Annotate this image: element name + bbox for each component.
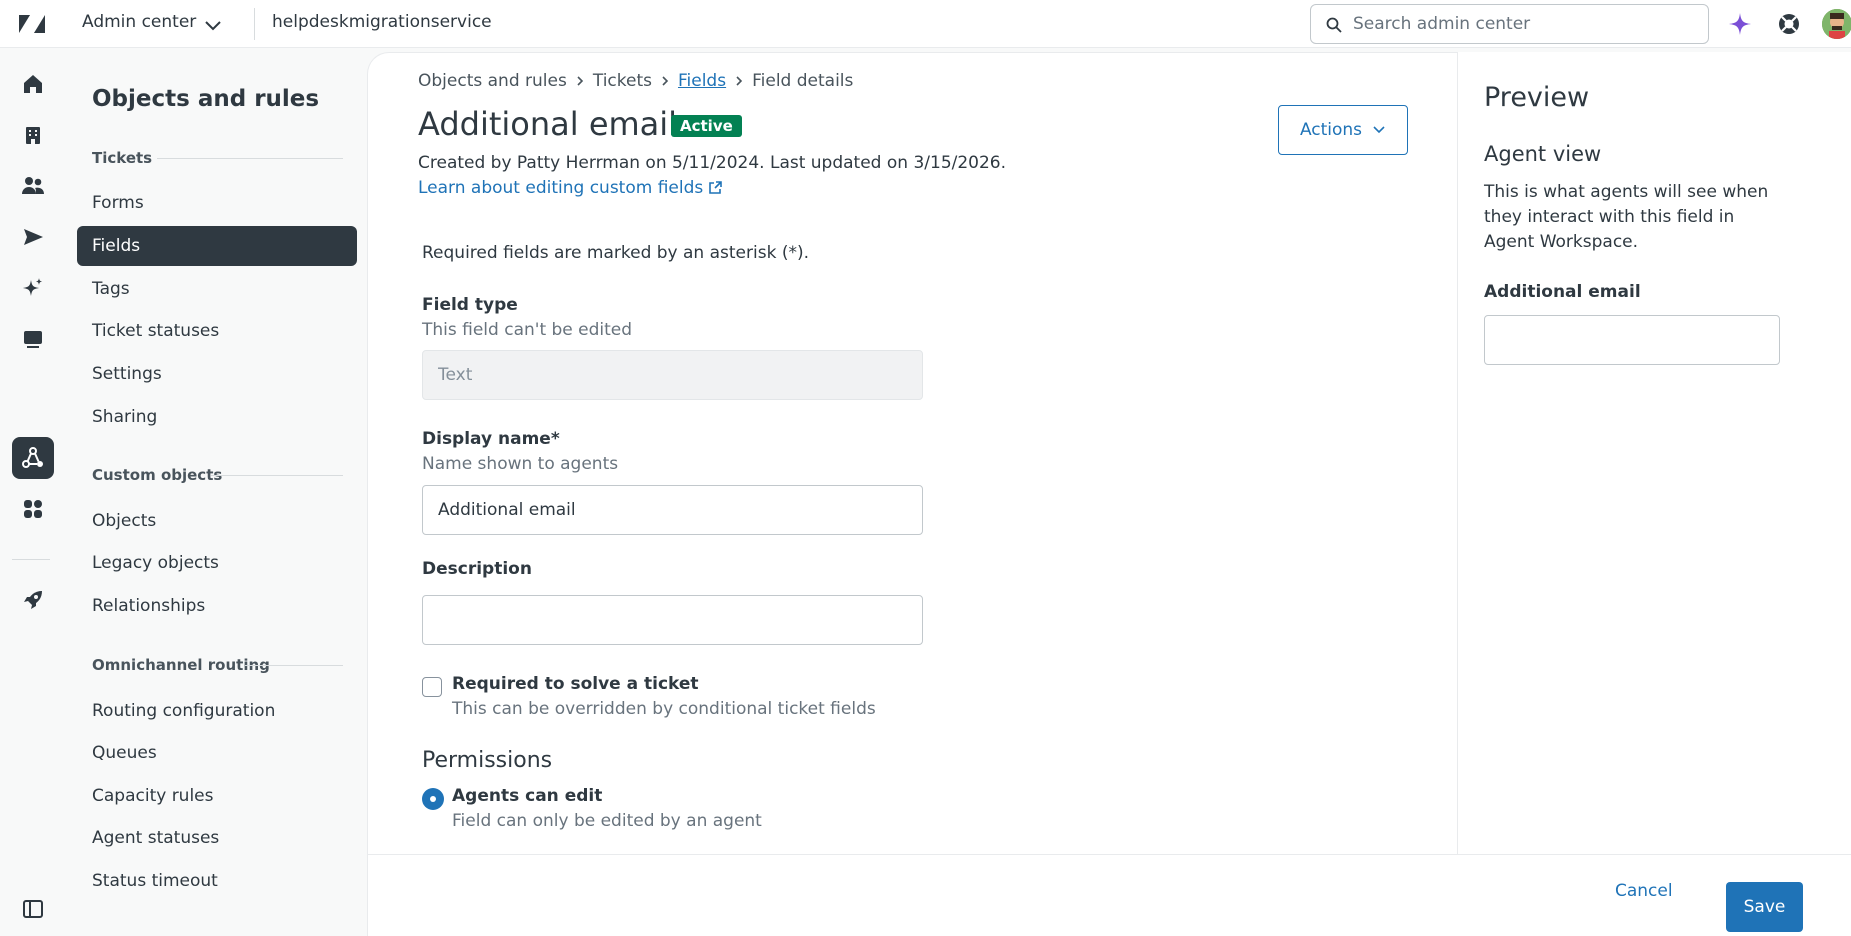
zendesk-logo-icon[interactable] xyxy=(18,12,46,36)
nav-item-legacy-objects[interactable]: Legacy objects xyxy=(77,543,357,583)
search-box[interactable] xyxy=(1310,4,1709,44)
preview-description: This is what agents will see when they i… xyxy=(1484,182,1769,252)
breadcrumb: Objects and rules Tickets Fields Field d… xyxy=(418,71,853,91)
user-avatar[interactable] xyxy=(1822,9,1851,39)
description-input[interactable] xyxy=(422,595,923,645)
learn-more-label: Learn about editing custom fields xyxy=(418,178,704,198)
people-icon[interactable] xyxy=(12,165,54,207)
nav-item-fields[interactable]: Fields xyxy=(77,226,357,266)
divider xyxy=(245,665,343,666)
agents-can-edit-label: Agents can edit xyxy=(452,786,603,806)
nav-item-relationships[interactable]: Relationships xyxy=(77,586,357,626)
search-input[interactable] xyxy=(1353,13,1693,35)
app-switcher-label[interactable]: Admin center xyxy=(82,12,196,32)
apps-icon[interactable] xyxy=(12,488,54,530)
chat-icon[interactable] xyxy=(12,318,54,360)
cancel-button[interactable]: Cancel xyxy=(1615,881,1673,901)
description-label: Description xyxy=(422,559,532,579)
nav-item-ticket-statuses[interactable]: Ticket statuses xyxy=(77,311,357,351)
required-note: Required fields are marked by an asteris… xyxy=(422,243,809,263)
page-title: Additional email xyxy=(418,105,678,143)
preview-field-label: Additional email xyxy=(1484,282,1641,302)
nav-item-settings[interactable]: Settings xyxy=(77,354,357,394)
breadcrumb-tickets[interactable]: Tickets xyxy=(593,71,652,91)
rocket-icon[interactable] xyxy=(12,579,54,621)
nav-item-agent-statuses[interactable]: Agent statuses xyxy=(77,818,357,858)
actions-menu-button[interactable]: Actions xyxy=(1278,105,1408,155)
nav-item-tags[interactable]: Tags xyxy=(77,269,357,309)
top-bar: Admin center helpdeskmigrationservice xyxy=(0,0,1851,48)
footer-action-bar: Cancel Save xyxy=(368,854,1851,936)
created-meta-text: Created by Patty Herrman on 5/11/2024. L… xyxy=(418,153,1007,173)
chevron-right-icon xyxy=(577,76,583,86)
objects-icon[interactable] xyxy=(12,437,54,479)
status-badge: Active xyxy=(671,115,742,137)
preview-field-input[interactable] xyxy=(1484,315,1780,365)
breadcrumb-fields-link[interactable]: Fields xyxy=(678,71,726,91)
account-name: helpdeskmigrationservice xyxy=(272,12,492,32)
nav-group-omnichannel: Omnichannel routing xyxy=(92,656,270,674)
save-button[interactable]: Save xyxy=(1726,882,1803,932)
building-icon[interactable] xyxy=(12,114,54,156)
field-type-hint: This field can't be edited xyxy=(422,320,633,340)
breadcrumb-objects-and-rules[interactable]: Objects and rules xyxy=(418,71,567,91)
preview-panel: Preview Agent view This is what agents w… xyxy=(1457,52,1851,854)
chevron-right-icon xyxy=(662,76,669,86)
required-to-solve-checkbox[interactable] xyxy=(422,677,442,697)
nav-group-custom-objects: Custom objects xyxy=(92,466,223,484)
nav-item-objects[interactable]: Objects xyxy=(77,501,357,541)
collapse-sidebar-icon[interactable] xyxy=(12,888,54,930)
agent-view-heading: Agent view xyxy=(1484,142,1602,166)
search-icon xyxy=(1326,17,1342,33)
ai-sparkle-icon[interactable] xyxy=(1727,11,1753,37)
secondary-nav: Objects and rules Tickets Forms Fields T… xyxy=(67,48,367,936)
help-lifebuoy-icon[interactable] xyxy=(1776,11,1802,37)
chevron-right-icon xyxy=(736,76,743,86)
avatar-image-icon xyxy=(1822,9,1851,39)
rail-divider xyxy=(12,559,50,560)
chevron-down-icon xyxy=(1373,126,1385,134)
divider xyxy=(254,8,255,40)
nav-group-tickets: Tickets xyxy=(92,149,153,167)
agents-can-edit-radio[interactable] xyxy=(422,788,444,810)
required-to-solve-label: Required to solve a ticket xyxy=(452,674,699,694)
nav-item-capacity-rules[interactable]: Capacity rules xyxy=(77,776,357,816)
learn-more-link[interactable]: Learn about editing custom fields xyxy=(418,178,723,198)
external-link-icon xyxy=(709,181,723,194)
nav-item-forms[interactable]: Forms xyxy=(77,183,357,223)
permissions-heading: Permissions xyxy=(422,748,553,773)
field-type-input xyxy=(422,350,923,400)
nav-item-queues[interactable]: Queues xyxy=(77,733,357,773)
required-to-solve-hint: This can be overridden by conditional ti… xyxy=(452,699,876,719)
actions-label: Actions xyxy=(1299,120,1363,140)
divider xyxy=(211,475,343,476)
nav-item-sharing[interactable]: Sharing xyxy=(77,397,357,437)
nav-title: Objects and rules xyxy=(92,86,320,112)
agents-can-edit-hint: Field can only be edited by an agent xyxy=(452,811,762,831)
preview-heading: Preview xyxy=(1484,82,1590,113)
chevron-down-icon[interactable] xyxy=(202,14,224,36)
main-content: Objects and rules Tickets Fields Field d… xyxy=(367,52,1457,936)
field-type-label: Field type xyxy=(422,295,518,315)
sparkle-icon[interactable] xyxy=(12,267,54,309)
nav-item-routing-configuration[interactable]: Routing configuration xyxy=(77,691,357,731)
send-icon[interactable] xyxy=(12,216,54,258)
display-name-label: Display name* xyxy=(422,429,560,449)
home-icon[interactable] xyxy=(12,63,54,105)
display-name-hint: Name shown to agents xyxy=(422,454,619,474)
display-name-input[interactable] xyxy=(422,485,923,535)
nav-item-status-timeout[interactable]: Status timeout xyxy=(77,861,357,901)
product-rail xyxy=(0,48,67,936)
breadcrumb-current: Field details xyxy=(752,71,854,91)
divider xyxy=(157,158,343,159)
